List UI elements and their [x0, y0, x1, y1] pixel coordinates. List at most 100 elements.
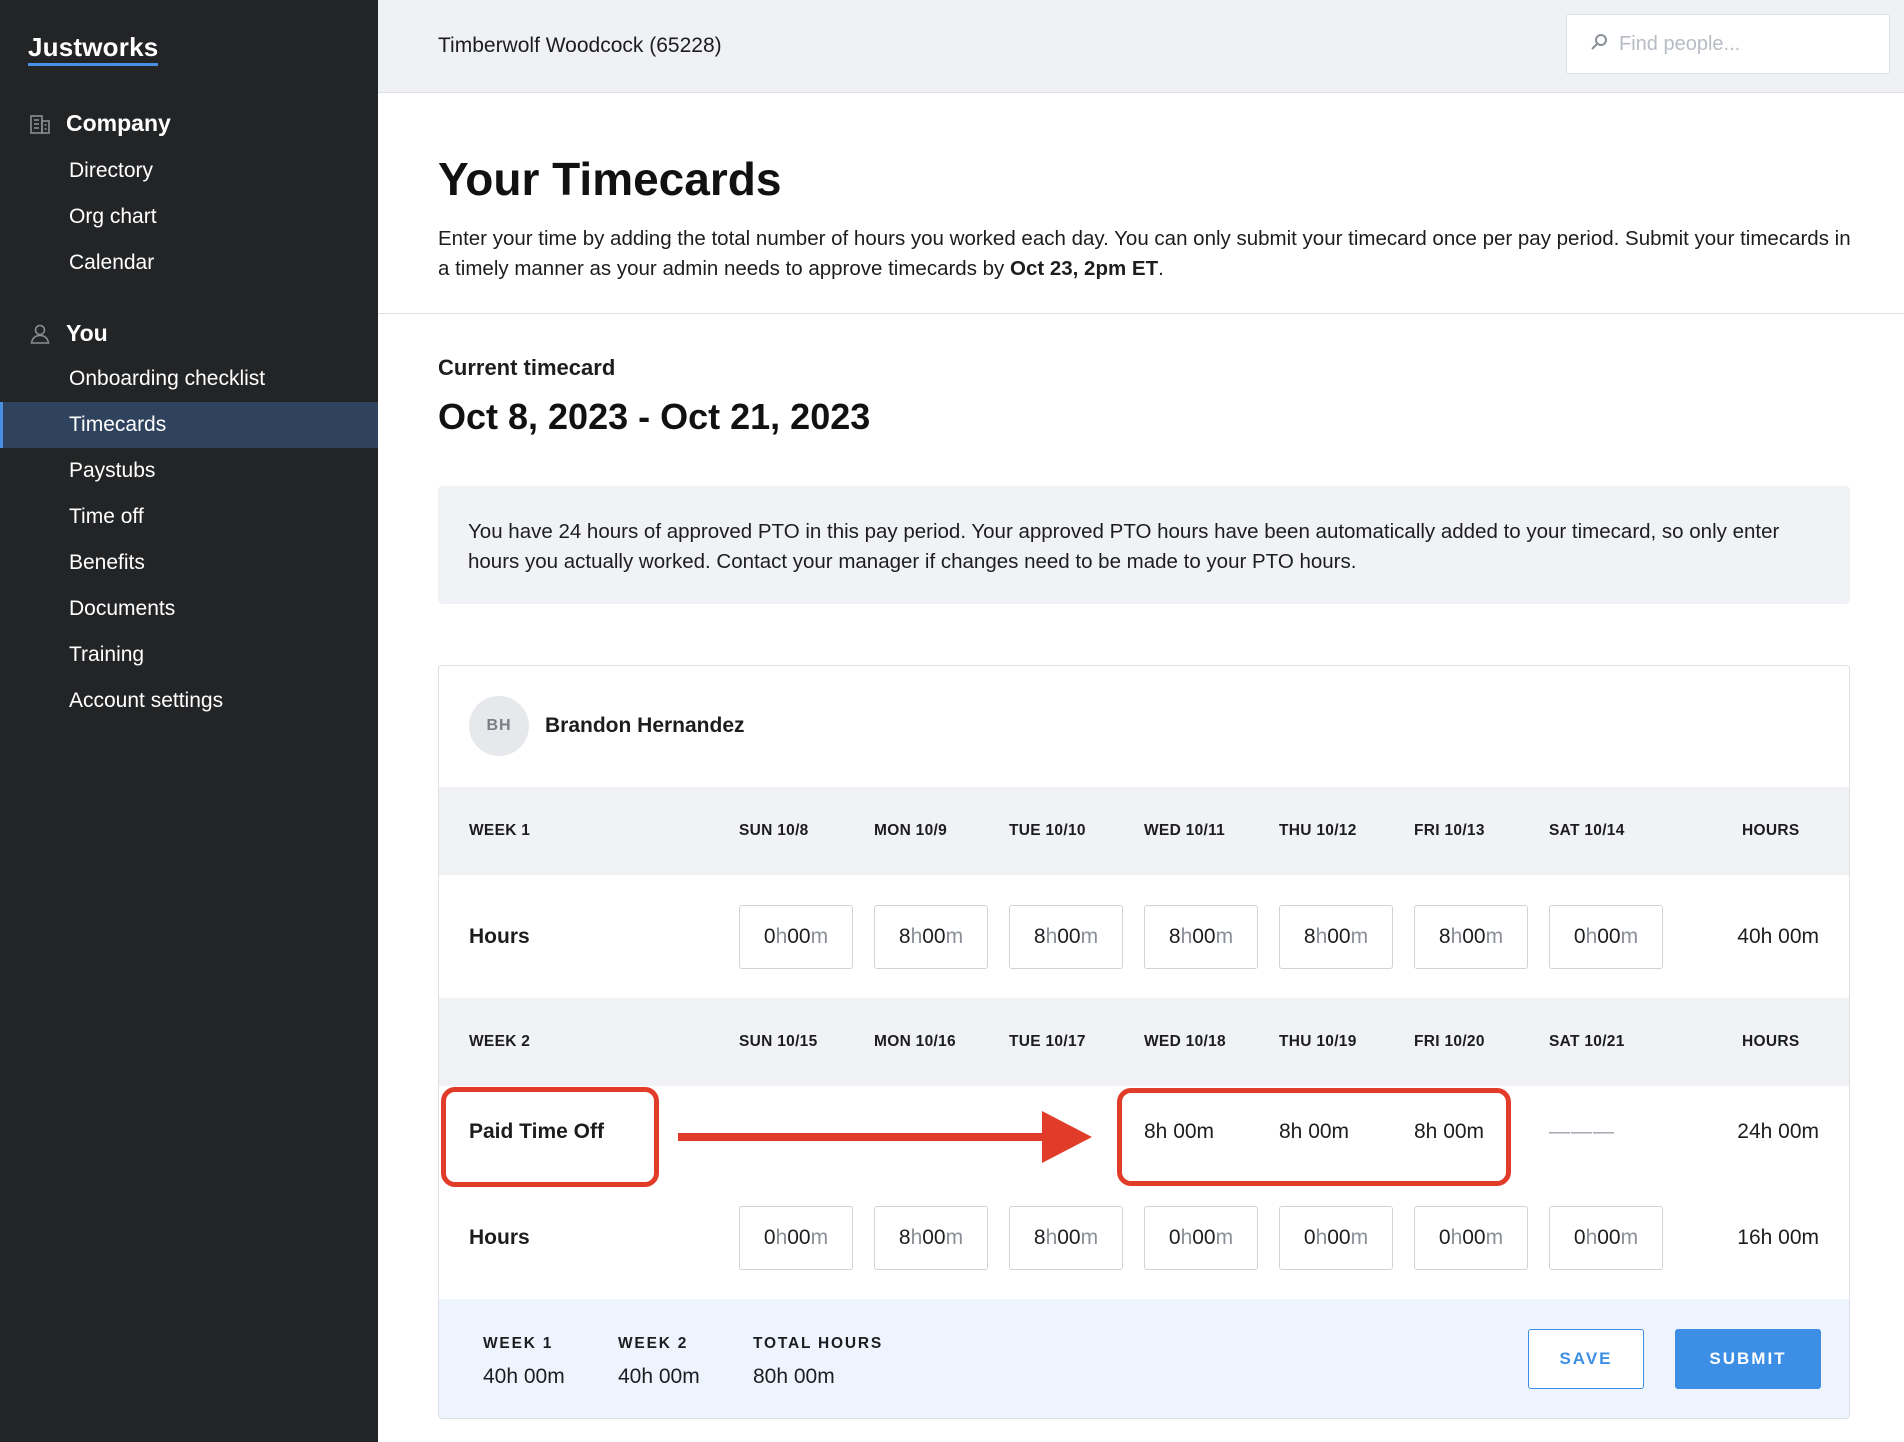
- entry-hours: 0: [1574, 925, 1586, 949]
- unit-h: h: [1181, 1226, 1193, 1250]
- entry-minutes: 00: [1327, 925, 1350, 949]
- entry-hours: 0: [1439, 1226, 1451, 1250]
- timecard-summary: WEEK 1 40h 00m WEEK 2 40h 00m TOTAL HOUR…: [439, 1299, 1850, 1419]
- unit-m: m: [1621, 1226, 1639, 1250]
- week2-entry-thu[interactable]: 0h00m: [1279, 1206, 1393, 1270]
- week1-day-wed: WED 10/11: [1144, 822, 1225, 840]
- unit-h: h: [1451, 925, 1463, 949]
- week2-entry-wed[interactable]: 0h00m: [1144, 1206, 1258, 1270]
- sidebar-item-directory[interactable]: Directory: [0, 148, 378, 194]
- unit-h: h: [1316, 1226, 1328, 1250]
- week1-hours-total: 40h 00m: [1737, 925, 1819, 949]
- sidebar-item-calendar[interactable]: Calendar: [0, 240, 378, 286]
- week1-entry-sat[interactable]: 0h00m: [1549, 905, 1663, 969]
- nav-section-company-label: Company: [66, 110, 171, 137]
- avatar: BH: [469, 696, 529, 756]
- week2-day-fri: FRI 10/20: [1414, 1033, 1485, 1051]
- unit-h: h: [776, 925, 788, 949]
- unit-h: h: [1046, 925, 1058, 949]
- entry-minutes: 00: [787, 925, 810, 949]
- unit-m: m: [1351, 1226, 1369, 1250]
- unit-h: h: [1586, 1226, 1598, 1250]
- week1-entry-sun[interactable]: 0h00m: [739, 905, 853, 969]
- header-divider: [378, 313, 1904, 314]
- week1-entry-fri[interactable]: 8h00m: [1414, 905, 1528, 969]
- week1-header-row: WEEK 1 SUN 10/8 MON 10/9 TUE 10/10 WED 1…: [439, 787, 1850, 875]
- unit-m: m: [1621, 925, 1639, 949]
- submit-button[interactable]: SUBMIT: [1675, 1329, 1821, 1389]
- summary-week1-value: 40h 00m: [483, 1365, 565, 1389]
- unit-m: m: [811, 1226, 829, 1250]
- entry-minutes: 00: [1462, 1226, 1485, 1250]
- entry-minutes: 00: [1597, 925, 1620, 949]
- entry-minutes: 00: [922, 925, 945, 949]
- week1-day-thu: THU 10/12: [1279, 822, 1357, 840]
- person-icon: [28, 322, 52, 346]
- pto-notice: You have 24 hours of approved PTO in thi…: [438, 486, 1850, 604]
- page-title: Your Timecards: [438, 152, 781, 206]
- sidebar-item-benefits[interactable]: Benefits: [0, 540, 378, 586]
- sidebar-item-account-settings[interactable]: Account settings: [0, 678, 378, 724]
- week2-entry-sat[interactable]: 0h00m: [1549, 1206, 1663, 1270]
- unit-m: m: [1216, 1226, 1234, 1250]
- sidebar-item-timecards[interactable]: Timecards: [0, 402, 378, 448]
- week2-header-row: WEEK 2 SUN 10/15 MON 10/16 TUE 10/17 WED…: [439, 998, 1850, 1086]
- entry-hours: 0: [1304, 1226, 1316, 1250]
- week2-entry-fri[interactable]: 0h00m: [1414, 1206, 1528, 1270]
- entry-minutes: 00: [1192, 1226, 1215, 1250]
- unit-m: m: [946, 1226, 964, 1250]
- sidebar-item-paystubs[interactable]: Paystubs: [0, 448, 378, 494]
- sidebar-item-time-off[interactable]: Time off: [0, 494, 378, 540]
- week1-entry-thu[interactable]: 8h00m: [1279, 905, 1393, 969]
- entry-minutes: 00: [1057, 1226, 1080, 1250]
- entry-hours: 8: [1034, 1226, 1046, 1250]
- week1-hours-header: HOURS: [1742, 822, 1799, 840]
- employee-switcher[interactable]: Timberwolf Woodcock (65228): [438, 34, 722, 58]
- unit-h: h: [1451, 1226, 1463, 1250]
- week2-hours-total: 16h 00m: [1737, 1226, 1819, 1250]
- week1-day-tue: TUE 10/10: [1009, 822, 1086, 840]
- entry-minutes: 00: [1192, 925, 1215, 949]
- summary-total-value: 80h 00m: [753, 1365, 835, 1389]
- entry-minutes: 00: [1597, 1226, 1620, 1250]
- week2-entry-tue[interactable]: 8h00m: [1009, 1206, 1123, 1270]
- entry-minutes: 00: [1462, 925, 1485, 949]
- entry-hours: 8: [1439, 925, 1451, 949]
- pto-value-wed: 8h 00m: [1144, 1120, 1214, 1144]
- week1-entry-tue[interactable]: 8h00m: [1009, 905, 1123, 969]
- search-input[interactable]: [1619, 33, 1879, 56]
- week1-entry-mon[interactable]: 8h00m: [874, 905, 988, 969]
- week1-label: WEEK 1: [469, 822, 530, 840]
- sidebar-item-training[interactable]: Training: [0, 632, 378, 678]
- week2-day-sun: SUN 10/15: [739, 1033, 818, 1051]
- people-search[interactable]: [1566, 14, 1890, 74]
- entry-hours: 0: [1169, 1226, 1181, 1250]
- search-icon: [1589, 32, 1609, 57]
- week1-day-sat: SAT 10/14: [1549, 822, 1625, 840]
- unit-h: h: [776, 1226, 788, 1250]
- entry-hours: 0: [764, 1226, 776, 1250]
- save-button[interactable]: SAVE: [1528, 1329, 1644, 1389]
- week2-entry-sun[interactable]: 0h00m: [739, 1206, 853, 1270]
- week1-day-mon: MON 10/9: [874, 822, 947, 840]
- week2-hours-header: HOURS: [1742, 1033, 1799, 1051]
- justworks-logo[interactable]: Justworks: [28, 32, 158, 63]
- sidebar-item-documents[interactable]: Documents: [0, 586, 378, 632]
- entry-hours: 8: [1169, 925, 1181, 949]
- week2-entry-mon[interactable]: 8h00m: [874, 1206, 988, 1270]
- week1-entry-wed[interactable]: 8h00m: [1144, 905, 1258, 969]
- entry-hours: 0: [764, 925, 776, 949]
- summary-week1-label: WEEK 1: [483, 1335, 553, 1353]
- page-intro: Enter your time by adding the total numb…: [438, 224, 1858, 284]
- week2-day-tue: TUE 10/17: [1009, 1033, 1086, 1051]
- entry-minutes: 00: [1057, 925, 1080, 949]
- week2-day-wed: WED 10/18: [1144, 1033, 1226, 1051]
- nav-section-you: You: [28, 320, 108, 347]
- entry-hours: 8: [1034, 925, 1046, 949]
- summary-total-label: TOTAL HOURS: [753, 1335, 883, 1353]
- sidebar-item-onboarding-checklist[interactable]: Onboarding checklist: [0, 356, 378, 402]
- week2-label: WEEK 2: [469, 1033, 530, 1051]
- entry-hours: 8: [899, 925, 911, 949]
- sidebar-item-org-chart[interactable]: Org chart: [0, 194, 378, 240]
- pto-total: 24h 00m: [1737, 1120, 1819, 1144]
